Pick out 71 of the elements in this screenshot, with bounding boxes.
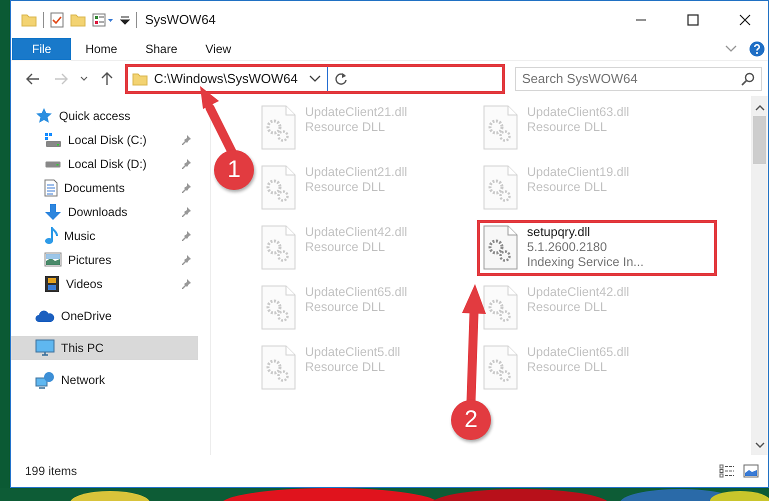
pin-icon	[180, 182, 192, 194]
sidebar-item[interactable]: OneDrive	[11, 304, 198, 328]
scrollbar[interactable]	[751, 96, 768, 455]
music-note-icon	[44, 227, 58, 245]
forward-arrow-icon	[54, 72, 68, 84]
dll-file-icon	[261, 345, 297, 391]
chevron-down-icon	[80, 76, 88, 82]
maximize-icon	[687, 14, 699, 26]
sidebar-item[interactable]: Downloads	[11, 200, 198, 224]
pin-icon	[180, 158, 192, 170]
search-icon	[741, 72, 755, 86]
network-icon	[35, 371, 55, 389]
dll-file-icon	[261, 285, 297, 331]
monitor-icon	[35, 339, 55, 357]
down-arrow-icon	[44, 203, 62, 221]
sidebar-item[interactable]: Network	[11, 368, 198, 392]
sidebar-item[interactable]: Documents	[11, 176, 198, 200]
item-count: 199 items	[25, 463, 78, 480]
pin-icon	[180, 230, 192, 242]
chevron-down-icon	[725, 45, 737, 53]
film-icon	[44, 275, 60, 293]
document-icon	[44, 179, 58, 197]
dll-file-icon	[483, 345, 519, 391]
sidebar-item[interactable]: Local Disk (C:)	[11, 128, 198, 152]
folder-icon	[70, 12, 86, 28]
chevron-up-icon	[754, 104, 764, 112]
back-arrow-icon	[26, 72, 40, 84]
pin-icon	[180, 134, 192, 146]
file-menu-button[interactable]: File	[12, 38, 72, 60]
drive-icon	[44, 132, 62, 148]
up-arrow-icon	[101, 72, 113, 86]
refresh-icon	[334, 72, 348, 86]
chevron-down-icon	[308, 74, 320, 82]
ribbon-tab[interactable]: View	[191, 38, 246, 60]
sidebar-item[interactable]: Music	[11, 224, 198, 248]
picture-icon	[44, 252, 62, 268]
sidebar-item[interactable]: Pictures	[11, 248, 198, 272]
scroll-thumb[interactable]	[753, 116, 766, 164]
close-icon	[739, 14, 751, 26]
sidebar-item[interactable]: Quick access	[11, 104, 198, 128]
details-view-icon	[719, 464, 735, 478]
sidebar-item[interactable]: This PC	[11, 336, 198, 360]
pin-icon	[180, 206, 192, 218]
folder-icon	[21, 12, 37, 28]
address-bar[interactable]: C:\Windows\SysWOW64	[127, 66, 503, 92]
ribbon-tab[interactable]: Home	[71, 38, 132, 60]
window-title: SysWOW64	[145, 10, 216, 29]
dll-file-icon	[261, 225, 297, 271]
search-field[interactable]: Search SysWOW64	[515, 66, 762, 90]
dll-file-icon	[483, 285, 519, 331]
dll-file-icon	[261, 165, 297, 211]
dll-file-icon	[261, 105, 297, 151]
checklist-icon	[50, 12, 64, 28]
file-item[interactable]: setupqry.dll 5.1.2600.2180 Indexing Service In...	[479, 222, 715, 274]
pin-icon	[180, 254, 192, 266]
dll-file-icon	[483, 105, 519, 151]
ribbon-tab[interactable]: Share	[131, 38, 192, 60]
cloud-icon	[35, 309, 55, 323]
help-icon	[749, 41, 765, 57]
thumbnail-view-icon	[743, 464, 759, 478]
folder-icon	[132, 70, 148, 86]
chevron-down-icon	[754, 441, 764, 449]
dll-file-icon	[483, 165, 519, 211]
sidebar-item[interactable]: Videos	[11, 272, 198, 296]
sidebar-item[interactable]: Local Disk (D:)	[11, 152, 198, 176]
properties-icon	[92, 12, 114, 28]
pin-icon	[180, 278, 192, 290]
star-icon	[35, 107, 53, 125]
dll-file-icon	[483, 225, 519, 271]
drive-icon	[45, 160, 61, 168]
caret-icon	[120, 14, 130, 24]
